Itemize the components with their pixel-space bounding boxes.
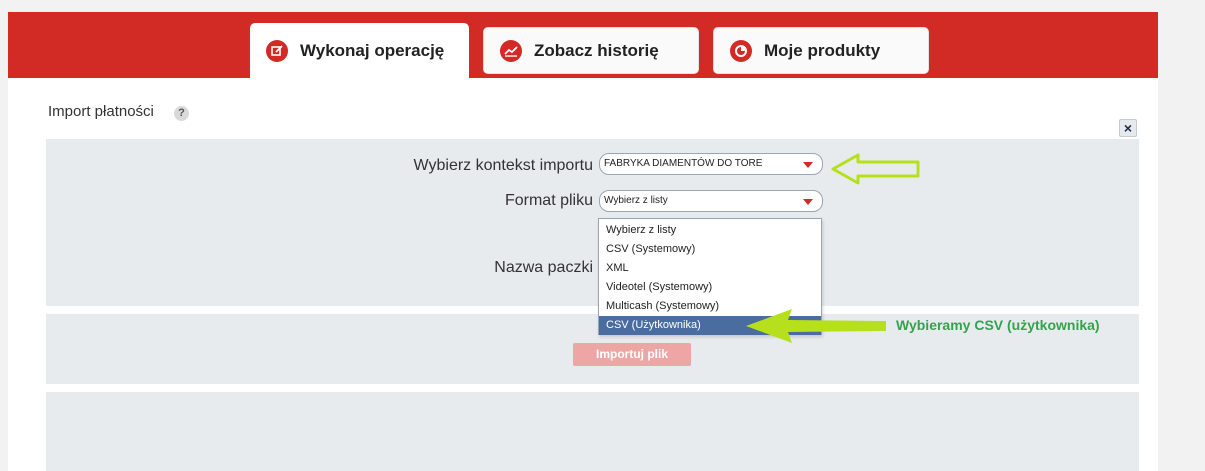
context-label: Wybierz kontekst importu	[413, 157, 593, 174]
tab-wykonaj-operacje[interactable]: Wykonaj operację	[250, 23, 469, 78]
annotation-arrow-left-icon	[831, 153, 920, 185]
format-option[interactable]: CSV (Systemowy)	[599, 240, 821, 259]
chevron-down-icon	[803, 162, 813, 168]
context-select-value: FABRYKA DIAMENTÓW DO TORE	[604, 158, 763, 169]
tab-label: Wykonaj operację	[300, 40, 445, 60]
format-option[interactable]: XML	[599, 259, 821, 278]
line-chart-icon	[500, 39, 522, 62]
tab-label: Moje produkty	[764, 40, 881, 60]
annotation-note: Wybieramy CSV (użytkownika)	[896, 317, 1100, 333]
annotation-arrow-left-icon	[746, 309, 886, 343]
section-title: Import płatności	[48, 103, 154, 120]
package-name-label: Nazwa paczki	[494, 259, 593, 276]
format-select[interactable]: Wybierz z listy	[599, 190, 823, 212]
format-label: Format pliku	[504, 192, 593, 209]
tab-moje-produkty[interactable]: Moje produkty	[713, 27, 929, 74]
format-select-value: Wybierz z listy	[604, 195, 668, 206]
help-icon[interactable]: ?	[174, 106, 189, 121]
context-select[interactable]: FABRYKA DIAMENTÓW DO TORE	[599, 153, 823, 175]
close-button[interactable]: ×	[1119, 119, 1137, 137]
format-option[interactable]: Wybierz z listy	[599, 221, 821, 240]
results-panel	[46, 392, 1139, 471]
top-navigation-bar: Wykonaj operację Zobacz historię Moje pr…	[8, 12, 1158, 78]
import-file-button[interactable]: Importuj plik	[573, 343, 691, 366]
tab-label: Zobacz historię	[534, 40, 659, 60]
format-option[interactable]: Videotel (Systemowy)	[599, 278, 821, 297]
chevron-down-icon	[803, 199, 813, 205]
pie-chart-icon	[730, 39, 752, 62]
tab-zobacz-historie[interactable]: Zobacz historię	[483, 27, 699, 74]
page: Wykonaj operację Zobacz historię Moje pr…	[8, 12, 1158, 471]
edit-square-icon	[266, 39, 288, 62]
